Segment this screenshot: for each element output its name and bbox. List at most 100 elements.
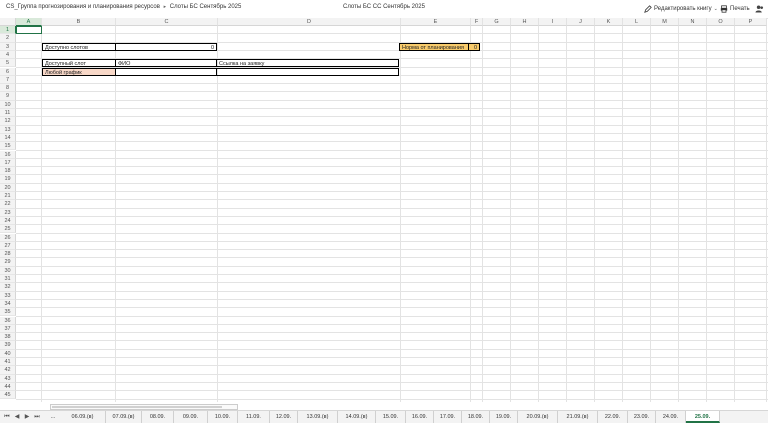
row-header-35[interactable]: 35: [0, 308, 16, 317]
cell-c4[interactable]: ФИО: [115, 59, 217, 68]
sheet-tab[interactable]: 14.09.(в): [338, 411, 376, 423]
row-header-45[interactable]: 45: [0, 391, 16, 400]
row-header-12[interactable]: 12: [0, 117, 16, 126]
row-header-30[interactable]: 30: [0, 266, 16, 275]
next-sheet-button[interactable]: ▶: [22, 411, 32, 423]
row-header-23[interactable]: 23: [0, 208, 16, 217]
row-header-9[interactable]: 9: [0, 92, 16, 101]
active-cell-a1[interactable]: [16, 26, 42, 35]
row-header-2[interactable]: 2: [0, 34, 16, 43]
sheet-tab[interactable]: 13.09.(в): [298, 411, 338, 423]
column-header-e[interactable]: E: [401, 18, 471, 26]
sheet-tab[interactable]: 08.09.: [142, 411, 174, 423]
prev-sheet-button[interactable]: ◀: [12, 411, 22, 423]
row-header-42[interactable]: 42: [0, 366, 16, 375]
sheet-tab[interactable]: 24.09.: [656, 411, 686, 423]
row-header-37[interactable]: 37: [0, 324, 16, 334]
cell-c2[interactable]: 0: [115, 42, 217, 51]
last-sheet-button[interactable]: ⏭: [32, 411, 42, 423]
row-header-1[interactable]: 1: [0, 26, 16, 35]
column-header-n[interactable]: N: [679, 18, 707, 26]
row-header-34[interactable]: 34: [0, 299, 16, 309]
row-header-32[interactable]: 32: [0, 283, 16, 292]
column-header-j[interactable]: J: [567, 18, 595, 26]
cell-area[interactable]: Доступно слотов 0 Норма от планирования …: [16, 26, 768, 402]
sheet-tab[interactable]: 18.09.: [462, 411, 490, 423]
row-header-29[interactable]: 29: [0, 258, 16, 267]
cell-b5[interactable]: Любой график: [42, 67, 116, 76]
row-header-3[interactable]: 3: [0, 42, 16, 51]
print-button[interactable]: Печать: [720, 3, 750, 15]
sheet-tab[interactable]: 17.09.: [434, 411, 462, 423]
breadcrumb-folder-link[interactable]: CS_Группа прогнозирования и планирования…: [6, 4, 160, 10]
sheet-tab[interactable]: 11.09.: [238, 411, 270, 423]
column-header-o[interactable]: O: [707, 18, 735, 26]
row-header-4[interactable]: 4: [0, 50, 16, 60]
sheet-tab[interactable]: 23.09.: [628, 411, 656, 423]
row-header-43[interactable]: 43: [0, 374, 16, 383]
sheet-tab[interactable]: 07.09.(в): [106, 411, 142, 423]
column-header-b[interactable]: B: [42, 18, 116, 26]
row-header-16[interactable]: 16: [0, 150, 16, 159]
breadcrumb-file-name[interactable]: Слоты БС Сентябрь 2025: [170, 4, 242, 10]
row-header-41[interactable]: 41: [0, 358, 16, 367]
row-header-14[interactable]: 14: [0, 133, 16, 143]
row-header-20[interactable]: 20: [0, 183, 16, 192]
row-header-24[interactable]: 24: [0, 216, 16, 226]
column-header-c[interactable]: C: [116, 18, 218, 26]
row-header-33[interactable]: 33: [0, 291, 16, 300]
row-header-17[interactable]: 17: [0, 158, 16, 168]
cell-e2[interactable]: Норма от планирования: [399, 42, 469, 51]
row-header-22[interactable]: 22: [0, 200, 16, 209]
row-header-36[interactable]: 36: [0, 316, 16, 325]
column-header-m[interactable]: M: [651, 18, 679, 26]
row-header-5[interactable]: 5: [0, 59, 16, 68]
row-header-6[interactable]: 6: [0, 67, 16, 76]
cell-f2[interactable]: 0: [468, 42, 480, 51]
row-header-21[interactable]: 21: [0, 192, 16, 201]
cell-b2[interactable]: Доступно слотов: [42, 42, 116, 51]
row-header-11[interactable]: 11: [0, 109, 16, 118]
cell-d4[interactable]: Ссылка на заявку: [216, 59, 399, 68]
sheet-tab[interactable]: 09.09.: [174, 411, 208, 423]
sheet-tab[interactable]: 19.09.: [490, 411, 518, 423]
row-header-44[interactable]: 44: [0, 382, 16, 392]
edit-workbook-button[interactable]: Редактировать книгу ⌄: [644, 3, 718, 15]
row-header-18[interactable]: 18: [0, 167, 16, 176]
row-header-15[interactable]: 15: [0, 142, 16, 151]
row-header-27[interactable]: 27: [0, 241, 16, 251]
sheet-tab[interactable]: 21.09.(в): [558, 411, 598, 423]
sheet-tab[interactable]: 20.09.(в): [518, 411, 558, 423]
sheet-tab[interactable]: 16.09.: [406, 411, 434, 423]
scrollbar-thumb[interactable]: [52, 406, 222, 408]
row-header-26[interactable]: 26: [0, 233, 16, 242]
sheet-tab[interactable]: 25.09.: [686, 411, 720, 423]
sheet-tab[interactable]: 22.09.: [598, 411, 628, 423]
spreadsheet-grid[interactable]: ABCDEFGHIJKLMNOP 1 2 3 4 5 6 7 8 9 10 11 12 13 14 15 16…: [0, 18, 768, 402]
column-header-d[interactable]: D: [218, 18, 401, 26]
column-header-p[interactable]: P: [735, 18, 767, 26]
sheet-tab[interactable]: 15.09.: [376, 411, 406, 423]
row-header-13[interactable]: 13: [0, 125, 16, 134]
first-sheet-button[interactable]: ⏮: [2, 411, 12, 423]
row-header-25[interactable]: 25: [0, 225, 16, 234]
row-header-8[interactable]: 8: [0, 84, 16, 93]
row-header-39[interactable]: 39: [0, 341, 16, 350]
row-header-19[interactable]: 19: [0, 175, 16, 184]
row-header-10[interactable]: 10: [0, 100, 16, 109]
row-header-38[interactable]: 38: [0, 333, 16, 342]
row-header-31[interactable]: 31: [0, 275, 16, 284]
cell-b4[interactable]: Доступный слот: [42, 59, 116, 68]
sheet-tab[interactable]: 12.09.: [270, 411, 298, 423]
column-header-f[interactable]: F: [471, 18, 483, 26]
row-header-40[interactable]: 40: [0, 349, 16, 358]
column-header-i[interactable]: I: [539, 18, 567, 26]
sheet-tab[interactable]: 10.09.: [208, 411, 238, 423]
row-header-7[interactable]: 7: [0, 75, 16, 85]
column-header-l[interactable]: L: [623, 18, 651, 26]
column-header-h[interactable]: H: [511, 18, 539, 26]
sheet-tab[interactable]: 06.09.(в): [60, 411, 106, 423]
column-header-k[interactable]: K: [595, 18, 623, 26]
share-people-button[interactable]: [755, 3, 764, 15]
select-all-corner[interactable]: [0, 18, 16, 26]
